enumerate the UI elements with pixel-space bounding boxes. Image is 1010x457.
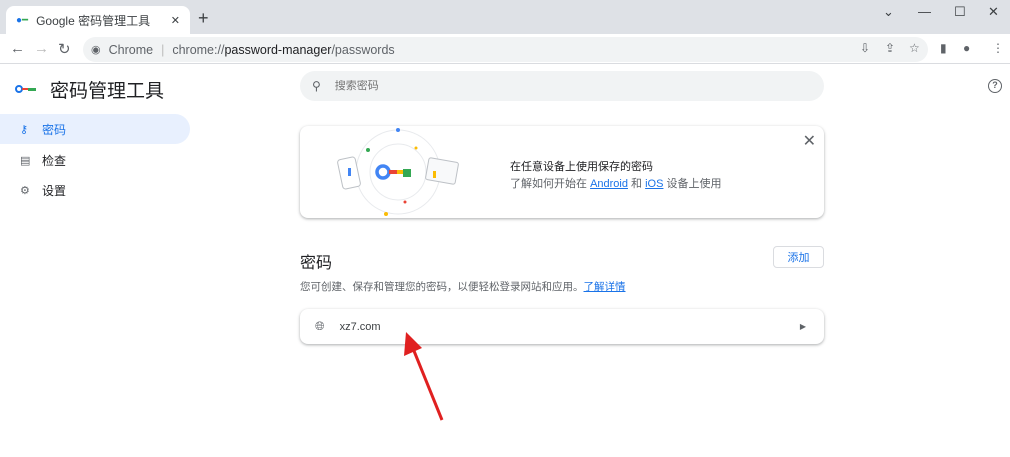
sidebar-item-label: 密码 bbox=[42, 122, 67, 137]
sidebar-item-checkup[interactable]: ▤ 检查 bbox=[0, 145, 190, 175]
omnibox-label: Chrome bbox=[108, 42, 154, 57]
password-manager-logo-icon bbox=[15, 81, 39, 99]
close-promo-icon[interactable]: ✕ bbox=[803, 131, 816, 151]
forward-icon[interactable]: → bbox=[34, 40, 49, 57]
password-list-item[interactable]: 🌐︎ xz7.com ▶ bbox=[300, 309, 824, 344]
search-icon: ⚲ bbox=[312, 79, 321, 93]
passwords-description: 您可创建、保存和管理您的密码，以便轻松登录网站和应用。了解详情 bbox=[300, 279, 626, 294]
url-host: password-manager bbox=[224, 42, 332, 57]
new-tab-button[interactable]: + bbox=[198, 8, 209, 29]
address-bar[interactable]: ◉ Chrome | chrome://password-manager/pas… bbox=[83, 37, 928, 62]
sidebar-item-label: 设置 bbox=[42, 183, 67, 198]
key-icon: ●━ bbox=[16, 14, 29, 26]
share-icon[interactable]: ⇪ bbox=[885, 41, 895, 55]
add-password-button[interactable]: 添加 bbox=[773, 246, 824, 268]
promo-text-part: 设备上使用 bbox=[663, 178, 722, 190]
search-bar[interactable]: ⚲ bbox=[300, 71, 824, 101]
clipboard-check-icon: ▤ bbox=[20, 154, 31, 167]
learn-more-link[interactable]: 了解详情 bbox=[584, 281, 626, 293]
toolbar: ← → ↻ ◉ Chrome | chrome://password-manag… bbox=[0, 34, 1010, 64]
red-arrow-annotation bbox=[404, 332, 444, 421]
page-title: 密码管理工具 bbox=[50, 81, 165, 102]
chevron-right-icon: ▶ bbox=[799, 322, 806, 331]
promo-text-part: 了解如何开始在 bbox=[510, 178, 591, 190]
sidebar-item-settings[interactable]: ⚙ 设置 bbox=[0, 175, 190, 205]
sidebar-item-label: 检查 bbox=[42, 153, 67, 168]
menu-icon[interactable]: ⋮ bbox=[992, 41, 1004, 55]
description-text: 您可创建、保存和管理您的密码，以便轻松登录网站和应用。 bbox=[300, 281, 584, 293]
devices-illustration-icon bbox=[337, 128, 459, 216]
promo-card: 在任意设备上使用保存的密码 了解如何开始在 Android 和 iOS 设备上使… bbox=[300, 126, 824, 218]
android-link[interactable]: Android bbox=[590, 178, 628, 190]
promo-text-part: 和 bbox=[627, 178, 646, 190]
passwords-heading: 密码 bbox=[300, 255, 333, 272]
url-scheme: chrome:// bbox=[172, 42, 225, 57]
url-path: /passwords bbox=[331, 42, 395, 57]
tab-strip: ●━ Google 密码管理工具 ✕ + ⌄ — ☐ ✕ bbox=[0, 0, 1010, 34]
promo-title: 在任意设备上使用保存的密码 bbox=[510, 161, 653, 173]
promo-text: 了解如何开始在 Android 和 iOS 设备上使用 bbox=[510, 175, 722, 191]
search-input[interactable] bbox=[334, 80, 735, 92]
close-tab-icon[interactable]: ✕ bbox=[171, 14, 180, 27]
tab-title: Google 密码管理工具 bbox=[36, 13, 151, 28]
tab-search-icon[interactable]: ⌄ bbox=[883, 4, 894, 20]
profile-avatar[interactable]: ● bbox=[963, 41, 970, 55]
chrome-icon: ◉ bbox=[91, 44, 101, 56]
close-window-button[interactable]: ✕ bbox=[988, 4, 999, 20]
gear-icon: ⚙ bbox=[20, 184, 30, 197]
side-panel-icon[interactable]: ▮ bbox=[940, 41, 947, 55]
sidebar-item-passwords[interactable]: ⚷ 密码 bbox=[0, 114, 190, 144]
install-icon[interactable]: ⇩ bbox=[860, 41, 870, 55]
globe-icon: 🌐︎ bbox=[315, 319, 325, 333]
back-icon[interactable]: ← bbox=[10, 40, 25, 57]
ios-link[interactable]: iOS bbox=[645, 178, 663, 190]
key-icon: ⚷ bbox=[20, 123, 29, 136]
minimize-button[interactable]: — bbox=[918, 4, 931, 19]
browser-tab[interactable]: ●━ Google 密码管理工具 ✕ bbox=[6, 6, 190, 34]
bookmark-star-icon[interactable]: ☆ bbox=[909, 41, 920, 55]
maximize-button[interactable]: ☐ bbox=[954, 4, 966, 20]
reload-icon[interactable]: ↻ bbox=[58, 40, 71, 58]
help-icon[interactable]: ? bbox=[988, 79, 1002, 93]
